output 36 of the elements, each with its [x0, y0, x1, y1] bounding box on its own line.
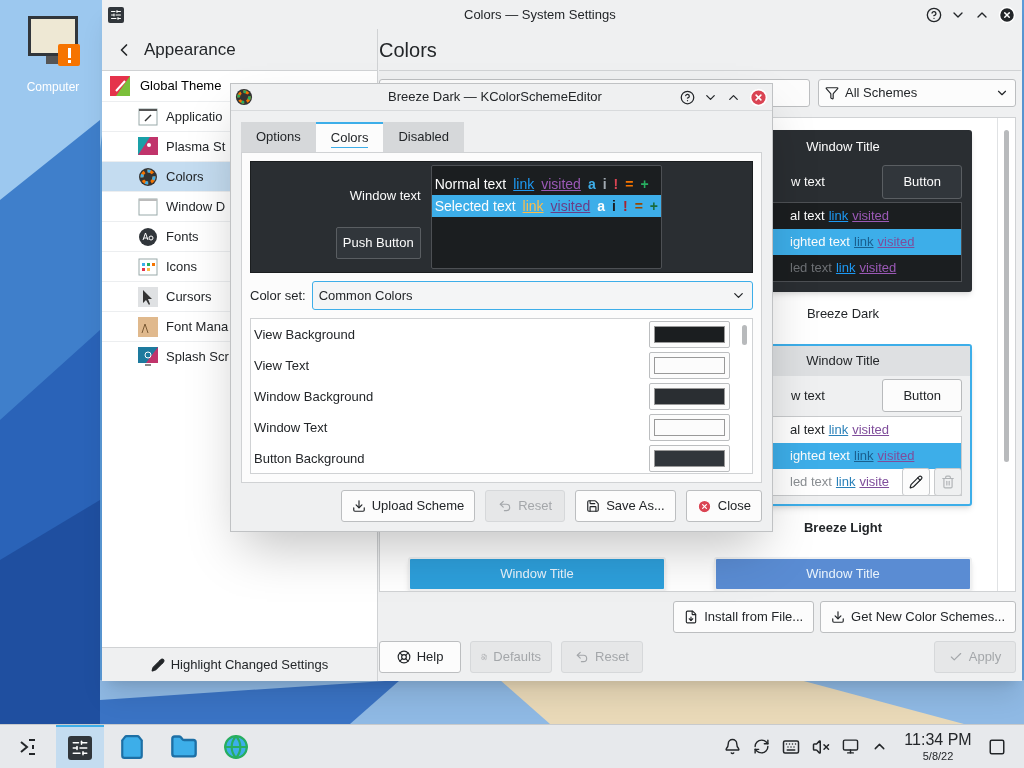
sample-glyph: = — [625, 174, 634, 194]
sample-glyph: ! — [613, 174, 619, 194]
sample-glyph: i — [602, 174, 607, 194]
page-title: Colors — [379, 37, 437, 63]
normal-text: al text — [790, 207, 825, 226]
sample-glyph: + — [649, 196, 658, 216]
sample-glyph: = — [634, 196, 643, 216]
normal-text: al text — [790, 420, 825, 439]
color-name: View Background — [254, 325, 355, 344]
window-title: Colors — System Settings — [464, 5, 616, 24]
window-text: w text — [791, 173, 825, 192]
sample-text: Normal text — [434, 174, 507, 194]
color-set-label: Color set: — [250, 286, 306, 305]
sample-text: Selected text — [434, 196, 516, 216]
inactive-text: led text — [790, 472, 832, 491]
color-name: View Text — [254, 356, 310, 375]
sample-glyph: a — [587, 174, 596, 194]
scheme-name: Breeze Dark — [806, 305, 880, 323]
inactive-text: led text — [790, 259, 832, 278]
date: 5/8/22 — [922, 749, 954, 764]
window-text: w text — [791, 386, 825, 405]
preview-button: Button — [882, 165, 962, 199]
color-name: Window Text — [254, 418, 328, 437]
color-name: Window Background — [254, 387, 374, 406]
time: 11:34 PM — [904, 729, 972, 750]
highlighted-text: ighted text — [790, 233, 850, 252]
sample-glyph: i — [612, 196, 616, 216]
preview-button: Button — [882, 378, 962, 413]
window-text: Window text — [349, 186, 421, 205]
highlighted-text: ighted text — [790, 446, 850, 465]
sample-glyph: ! — [622, 196, 628, 216]
scheme-name: Breeze Light — [804, 518, 882, 537]
sample-glyph: + — [640, 174, 649, 194]
color-name: Button Background — [254, 449, 365, 468]
window-title: Breeze Dark — KColorSchemeEditor — [388, 88, 602, 107]
sample-glyph: a — [597, 196, 606, 216]
